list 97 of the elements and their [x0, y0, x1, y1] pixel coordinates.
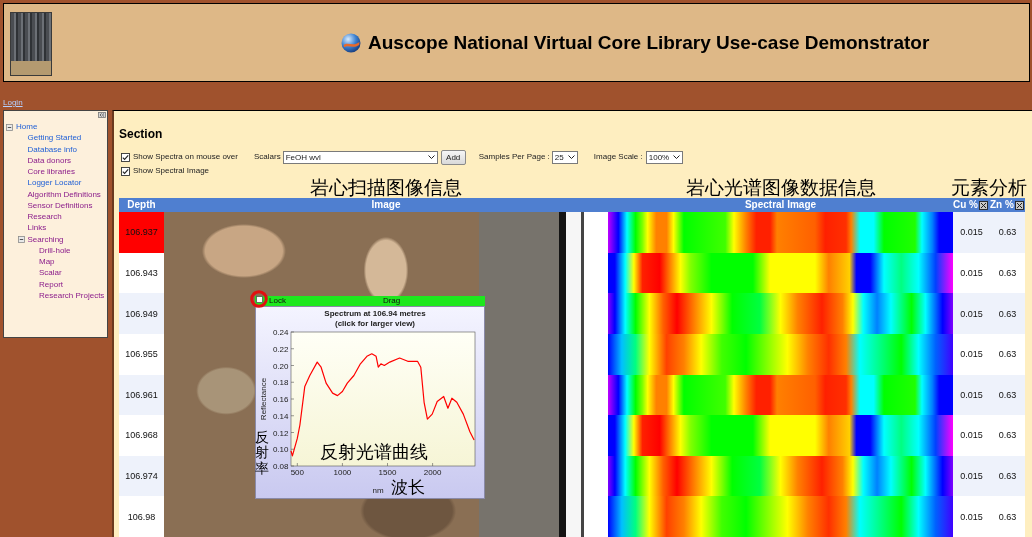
annotation-label: 岩心扫描图像信息	[310, 177, 462, 198]
y-tick-label: 0.20	[272, 361, 289, 371]
depth-cell[interactable]: 106.98	[119, 496, 164, 537]
sidebar-item[interactable]: Data donors	[27, 155, 72, 166]
x-tick-label: 1500	[378, 468, 397, 477]
reflectance-annotation: 反射率	[255, 430, 269, 477]
annotation-label: 岩心光谱图像数据信息	[685, 177, 876, 198]
sidebar-item[interactable]: Logger Locator	[27, 178, 82, 189]
column-header: Image	[371, 199, 401, 211]
table-cell: 0.015	[953, 374, 990, 416]
depth-cell[interactable]: 106.949	[119, 293, 164, 334]
table-cell: 0.015	[953, 252, 990, 294]
image-scale-label: Image Scale :	[593, 152, 643, 162]
close-icon[interactable]	[1014, 200, 1024, 210]
add-button[interactable]: Add	[440, 149, 466, 165]
scalars-select[interactable]: FeOH wvl	[282, 150, 438, 164]
depth-cell[interactable]: 106.955	[119, 333, 164, 375]
x-tick-label: 500	[290, 468, 304, 477]
caret-icon	[567, 155, 575, 159]
y-tick-label: 0.24	[272, 328, 289, 337]
column-header: Spectral Image	[744, 199, 817, 211]
checkbox[interactable]	[121, 166, 130, 176]
sidebar-item[interactable]: Scalar	[39, 268, 62, 279]
x-tick-label: 1000	[333, 468, 352, 477]
chart-subtitle: (click for larger view)	[335, 318, 415, 328]
checkbox-label: Show Spectra on mouse over	[133, 152, 238, 162]
globe-icon	[341, 33, 361, 53]
column-header: Zn %	[990, 199, 1014, 211]
column-header: Cu %	[953, 199, 978, 211]
login-link[interactable]: Login	[3, 98, 23, 108]
y-tick-label: 0.10	[272, 445, 289, 455]
table-cell: 0.63	[990, 293, 1025, 334]
sidebar-item[interactable]: Map	[39, 257, 55, 268]
depth-cell[interactable]: 106.961	[119, 374, 164, 416]
drag-label: Drag	[382, 296, 401, 306]
table-cell: 0.015	[953, 333, 990, 375]
curve-annotation: 反射光谱曲线	[320, 443, 428, 461]
table-cell: 0.63	[990, 374, 1025, 416]
collapse-icon[interactable]	[98, 112, 106, 118]
table-cell: 0.015	[953, 212, 990, 253]
depth-cell[interactable]: 106.943	[119, 252, 164, 294]
y-axis-title: Reflectance	[259, 377, 268, 421]
sidebar-item[interactable]: Report	[39, 279, 63, 290]
lock-label: Lock	[269, 296, 286, 306]
caret-icon	[672, 155, 680, 159]
table-cell: 0.63	[990, 333, 1025, 375]
table-cell: 0.63	[990, 455, 1025, 497]
sidebar-item[interactable]: Core libraries	[27, 167, 76, 178]
x-axis-title: nm	[372, 486, 384, 495]
table-cell: 0.015	[953, 415, 990, 456]
depth-cell[interactable]: 106.937	[119, 212, 164, 253]
chart-title: Spectrum at 106.94 metres	[324, 309, 426, 318]
wavelength-annotation: 波长	[391, 479, 425, 496]
checkbox[interactable]	[121, 152, 130, 162]
table-cell: 0.015	[953, 496, 990, 537]
samples-per-page-label: Samples Per Page :	[478, 152, 550, 162]
sidebar-item[interactable]: Drill-hole	[39, 245, 71, 256]
photo-placeholder	[10, 12, 52, 76]
page-title: Auscope National Virtual Core Library Use-case Demonstrator	[368, 33, 930, 53]
y-tick-label: 0.12	[272, 428, 289, 438]
table-cell: 0.63	[990, 212, 1025, 253]
y-tick-label: 0.18	[272, 378, 289, 388]
tree-toggle-icon[interactable]	[17, 236, 25, 244]
lock-checkbox[interactable]	[256, 296, 263, 303]
sidebar-item[interactable]: Algorithm Definitions	[27, 189, 101, 200]
depth-cell[interactable]: 106.968	[119, 415, 164, 456]
y-tick-label: 0.08	[272, 462, 289, 471]
y-tick-label: 0.14	[272, 411, 289, 421]
section-title: Section	[119, 127, 164, 141]
tree-toggle-icon[interactable]	[6, 123, 13, 131]
annotation-label: 元素分析	[951, 177, 1027, 198]
sidebar-item[interactable]: Research	[27, 212, 62, 223]
depth-cell[interactable]: 106.974	[119, 455, 164, 497]
drag-bar[interactable]: Lock Drag	[255, 296, 485, 306]
table-cell: 0.63	[990, 252, 1025, 294]
x-tick-label: 2000	[423, 468, 442, 477]
column-header: Depth	[127, 199, 156, 211]
highlight-ring-icon	[250, 290, 268, 308]
y-tick-label: 0.22	[272, 344, 289, 354]
caret-icon	[427, 155, 435, 159]
table-cell: 0.015	[953, 455, 990, 497]
samples-per-page-select[interactable]: 25	[551, 150, 578, 164]
sidebar-item[interactable]: Home	[16, 122, 38, 133]
checkbox-label: Show Spectral Image	[133, 166, 210, 176]
sidebar-item[interactable]: Searching	[27, 234, 64, 245]
table-cell: 0.015	[953, 293, 990, 334]
scalars-label: Scalars	[254, 152, 281, 162]
image-scale-select[interactable]: 100%	[645, 150, 683, 164]
y-tick-label: 0.16	[272, 395, 289, 404]
sidebar-item[interactable]: Sensor Definitions	[27, 200, 93, 211]
sidebar-item[interactable]: Links	[27, 223, 47, 234]
table-cell: 0.63	[990, 415, 1025, 456]
table-cell: 0.63	[990, 496, 1025, 537]
sidebar-item[interactable]: Getting Started	[27, 133, 82, 144]
sidebar-item[interactable]: Database info	[27, 144, 77, 155]
close-icon[interactable]	[979, 200, 988, 210]
sidebar-item[interactable]: Research Projects	[39, 290, 105, 301]
